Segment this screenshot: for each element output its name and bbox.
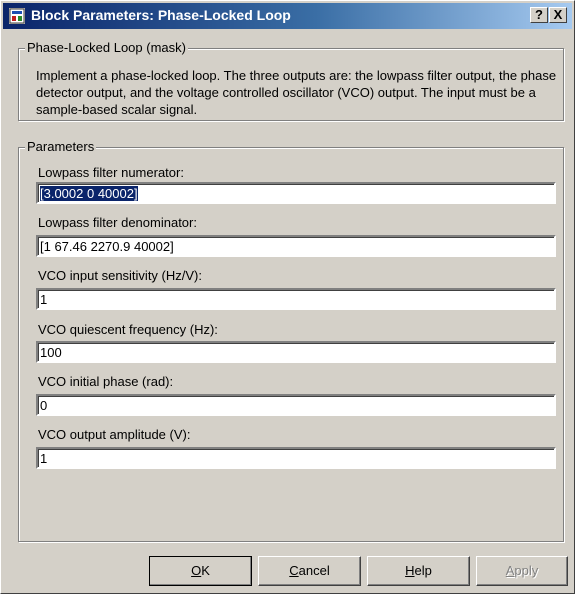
lowpass-numerator-input[interactable]: [3.0002 0 40002]	[36, 182, 556, 204]
field-label-vco-output-amplitude: VCO output amplitude (V):	[38, 427, 191, 442]
lowpass-denominator-input[interactable]: [1 67.46 2270.9 40002]	[36, 235, 556, 257]
field-label-vco-quiescent-frequency: VCO quiescent frequency (Hz):	[38, 322, 218, 337]
mask-group-legend: Phase-Locked Loop (mask)	[25, 40, 188, 55]
ok-button[interactable]: OK	[149, 556, 252, 586]
vco-sensitivity-input[interactable]: 1	[36, 288, 556, 310]
simulink-block-icon	[9, 8, 25, 24]
lowpass-numerator-value: [3.0002 0 40002]	[40, 186, 138, 201]
vco-initial-phase-input[interactable]: 0	[36, 394, 556, 416]
title-bar[interactable]: Block Parameters: Phase-Locked Loop ? X	[3, 3, 572, 29]
field-label-vco-initial-phase: VCO initial phase (rad):	[38, 374, 174, 389]
parameters-group-legend: Parameters	[25, 139, 97, 154]
context-help-button[interactable]: ?	[530, 7, 548, 23]
close-button[interactable]: X	[549, 7, 567, 23]
cancel-button-label: ancel	[298, 563, 330, 578]
field-label-lowpass-numerator: Lowpass filter numerator:	[38, 165, 184, 180]
ok-button-label: K	[201, 563, 210, 578]
field-label-lowpass-denominator: Lowpass filter denominator:	[38, 215, 197, 230]
help-button[interactable]: Help	[367, 556, 470, 586]
vco-output-amplitude-input[interactable]: 1	[36, 447, 556, 469]
window-title: Block Parameters: Phase-Locked Loop	[31, 7, 291, 23]
apply-button-label: pply	[514, 563, 539, 578]
cancel-button[interactable]: Cancel	[258, 556, 361, 586]
help-button-mnemonic: H	[405, 563, 415, 578]
cancel-button-mnemonic: C	[289, 563, 299, 578]
help-button-label: elp	[414, 563, 432, 578]
vco-quiescent-frequency-input[interactable]: 100	[36, 341, 556, 363]
apply-button[interactable]: Apply	[476, 556, 568, 586]
ok-button-mnemonic: O	[191, 563, 202, 578]
block-parameters-dialog: Block Parameters: Phase-Locked Loop ? X …	[0, 0, 575, 594]
field-label-vco-sensitivity: VCO input sensitivity (Hz/V):	[38, 268, 202, 283]
mask-description-text: Implement a phase-locked loop. The three…	[36, 68, 557, 117]
